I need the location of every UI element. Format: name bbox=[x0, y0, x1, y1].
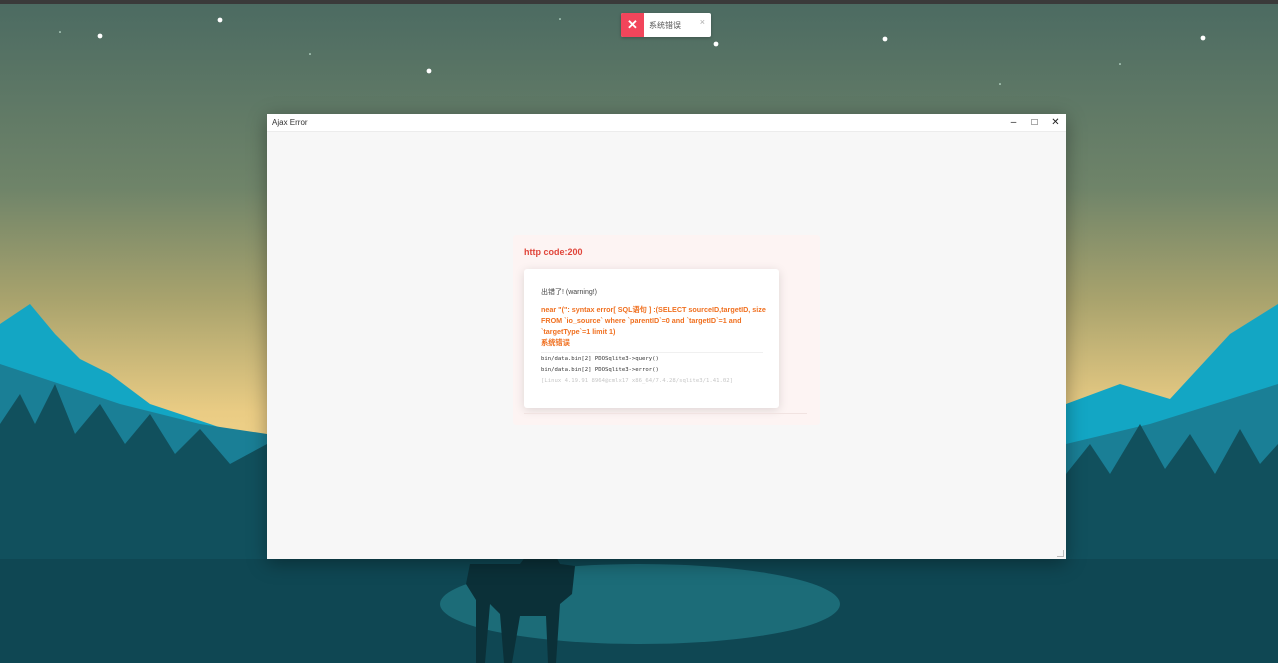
window-title: Ajax Error bbox=[272, 118, 308, 127]
error-toast: ✕ 系统错误 × bbox=[621, 13, 711, 37]
window-titlebar[interactable]: Ajax Error – □ ✕ bbox=[267, 114, 1066, 132]
ajax-error-window: Ajax Error – □ ✕ http code:200 出错了! (war… bbox=[267, 114, 1066, 559]
error-message: near "(": syntax error[ SQL语句 ] :(SELECT… bbox=[541, 304, 766, 348]
error-sql-message: near "(": syntax error[ SQL语句 ] :(SELECT… bbox=[541, 305, 766, 336]
http-code-heading: http code:200 bbox=[524, 247, 583, 257]
minimize-button[interactable]: – bbox=[1003, 114, 1024, 131]
error-panel: http code:200 出错了! (warning!) near "(": … bbox=[513, 235, 820, 425]
close-icon: ✕ bbox=[621, 13, 644, 37]
divider bbox=[541, 352, 763, 353]
toast-message: 系统错误 bbox=[649, 20, 681, 30]
trace-line: bin/data.bin[2] PDOSqlite3->error() bbox=[541, 367, 659, 373]
error-message-tail: 系统错误 bbox=[541, 338, 570, 347]
environment-info: [Linux 4.19.91 8964@cmlx17 x86_64/7.4.28… bbox=[541, 378, 733, 384]
divider bbox=[524, 413, 807, 414]
error-subtitle: 出错了! (warning!) bbox=[541, 289, 598, 296]
toast-close-button[interactable]: × bbox=[700, 17, 705, 27]
window-close-button[interactable]: ✕ bbox=[1045, 114, 1066, 131]
trace-line: bin/data.bin[2] PDOSqlite3->query() bbox=[541, 356, 659, 362]
stack-trace: bin/data.bin[2] PDOSqlite3->query() bin/… bbox=[541, 354, 771, 387]
resize-handle[interactable] bbox=[1057, 550, 1064, 557]
maximize-button[interactable]: □ bbox=[1024, 114, 1045, 131]
error-card: 出错了! (warning!) near "(": syntax error[ … bbox=[524, 269, 779, 408]
